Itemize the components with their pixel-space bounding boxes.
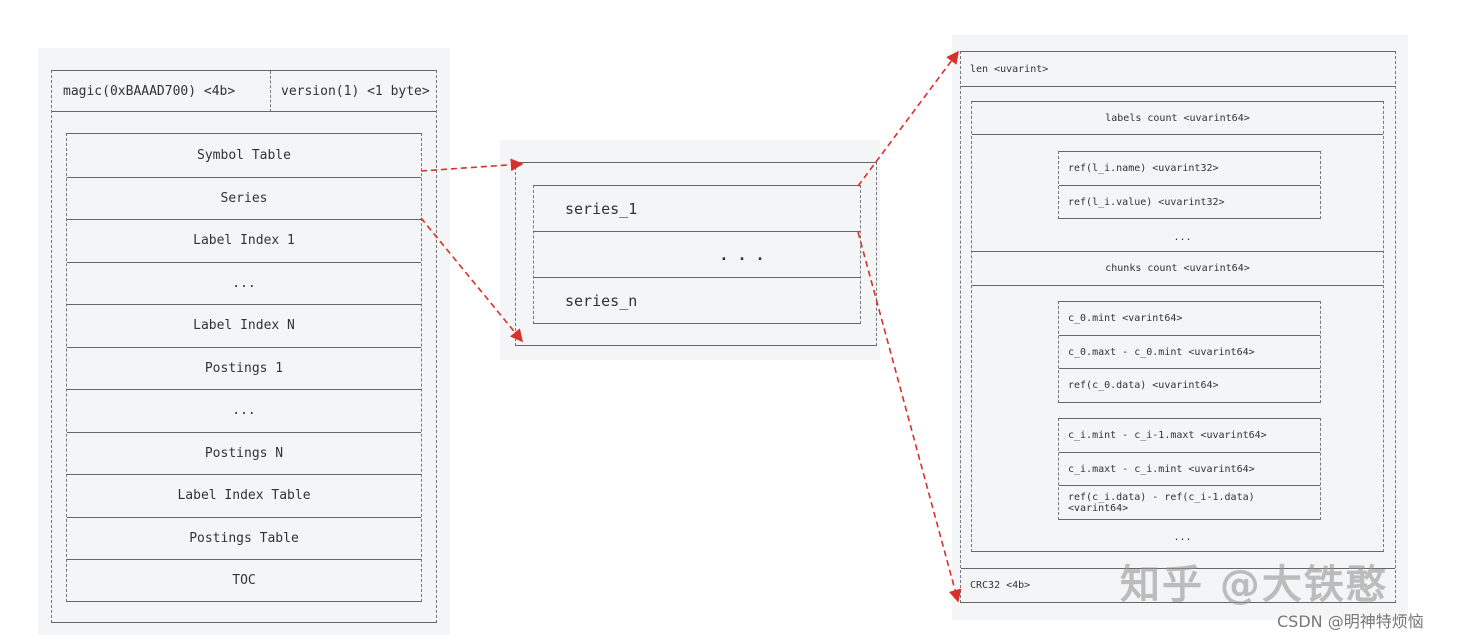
arrow-series1-to-entry-bottom [857,231,962,603]
arrows-layer [420,50,962,603]
arrow-series1-to-entry-top [857,50,959,187]
arrow-series-to-list-top [420,158,524,172]
csdn-watermark: CSDN @明神特烦恼 [1277,612,1424,631]
arrow-series-to-list-bottom [420,217,524,343]
zhihu-watermark: 知乎 @大铁憨 [1120,562,1388,608]
